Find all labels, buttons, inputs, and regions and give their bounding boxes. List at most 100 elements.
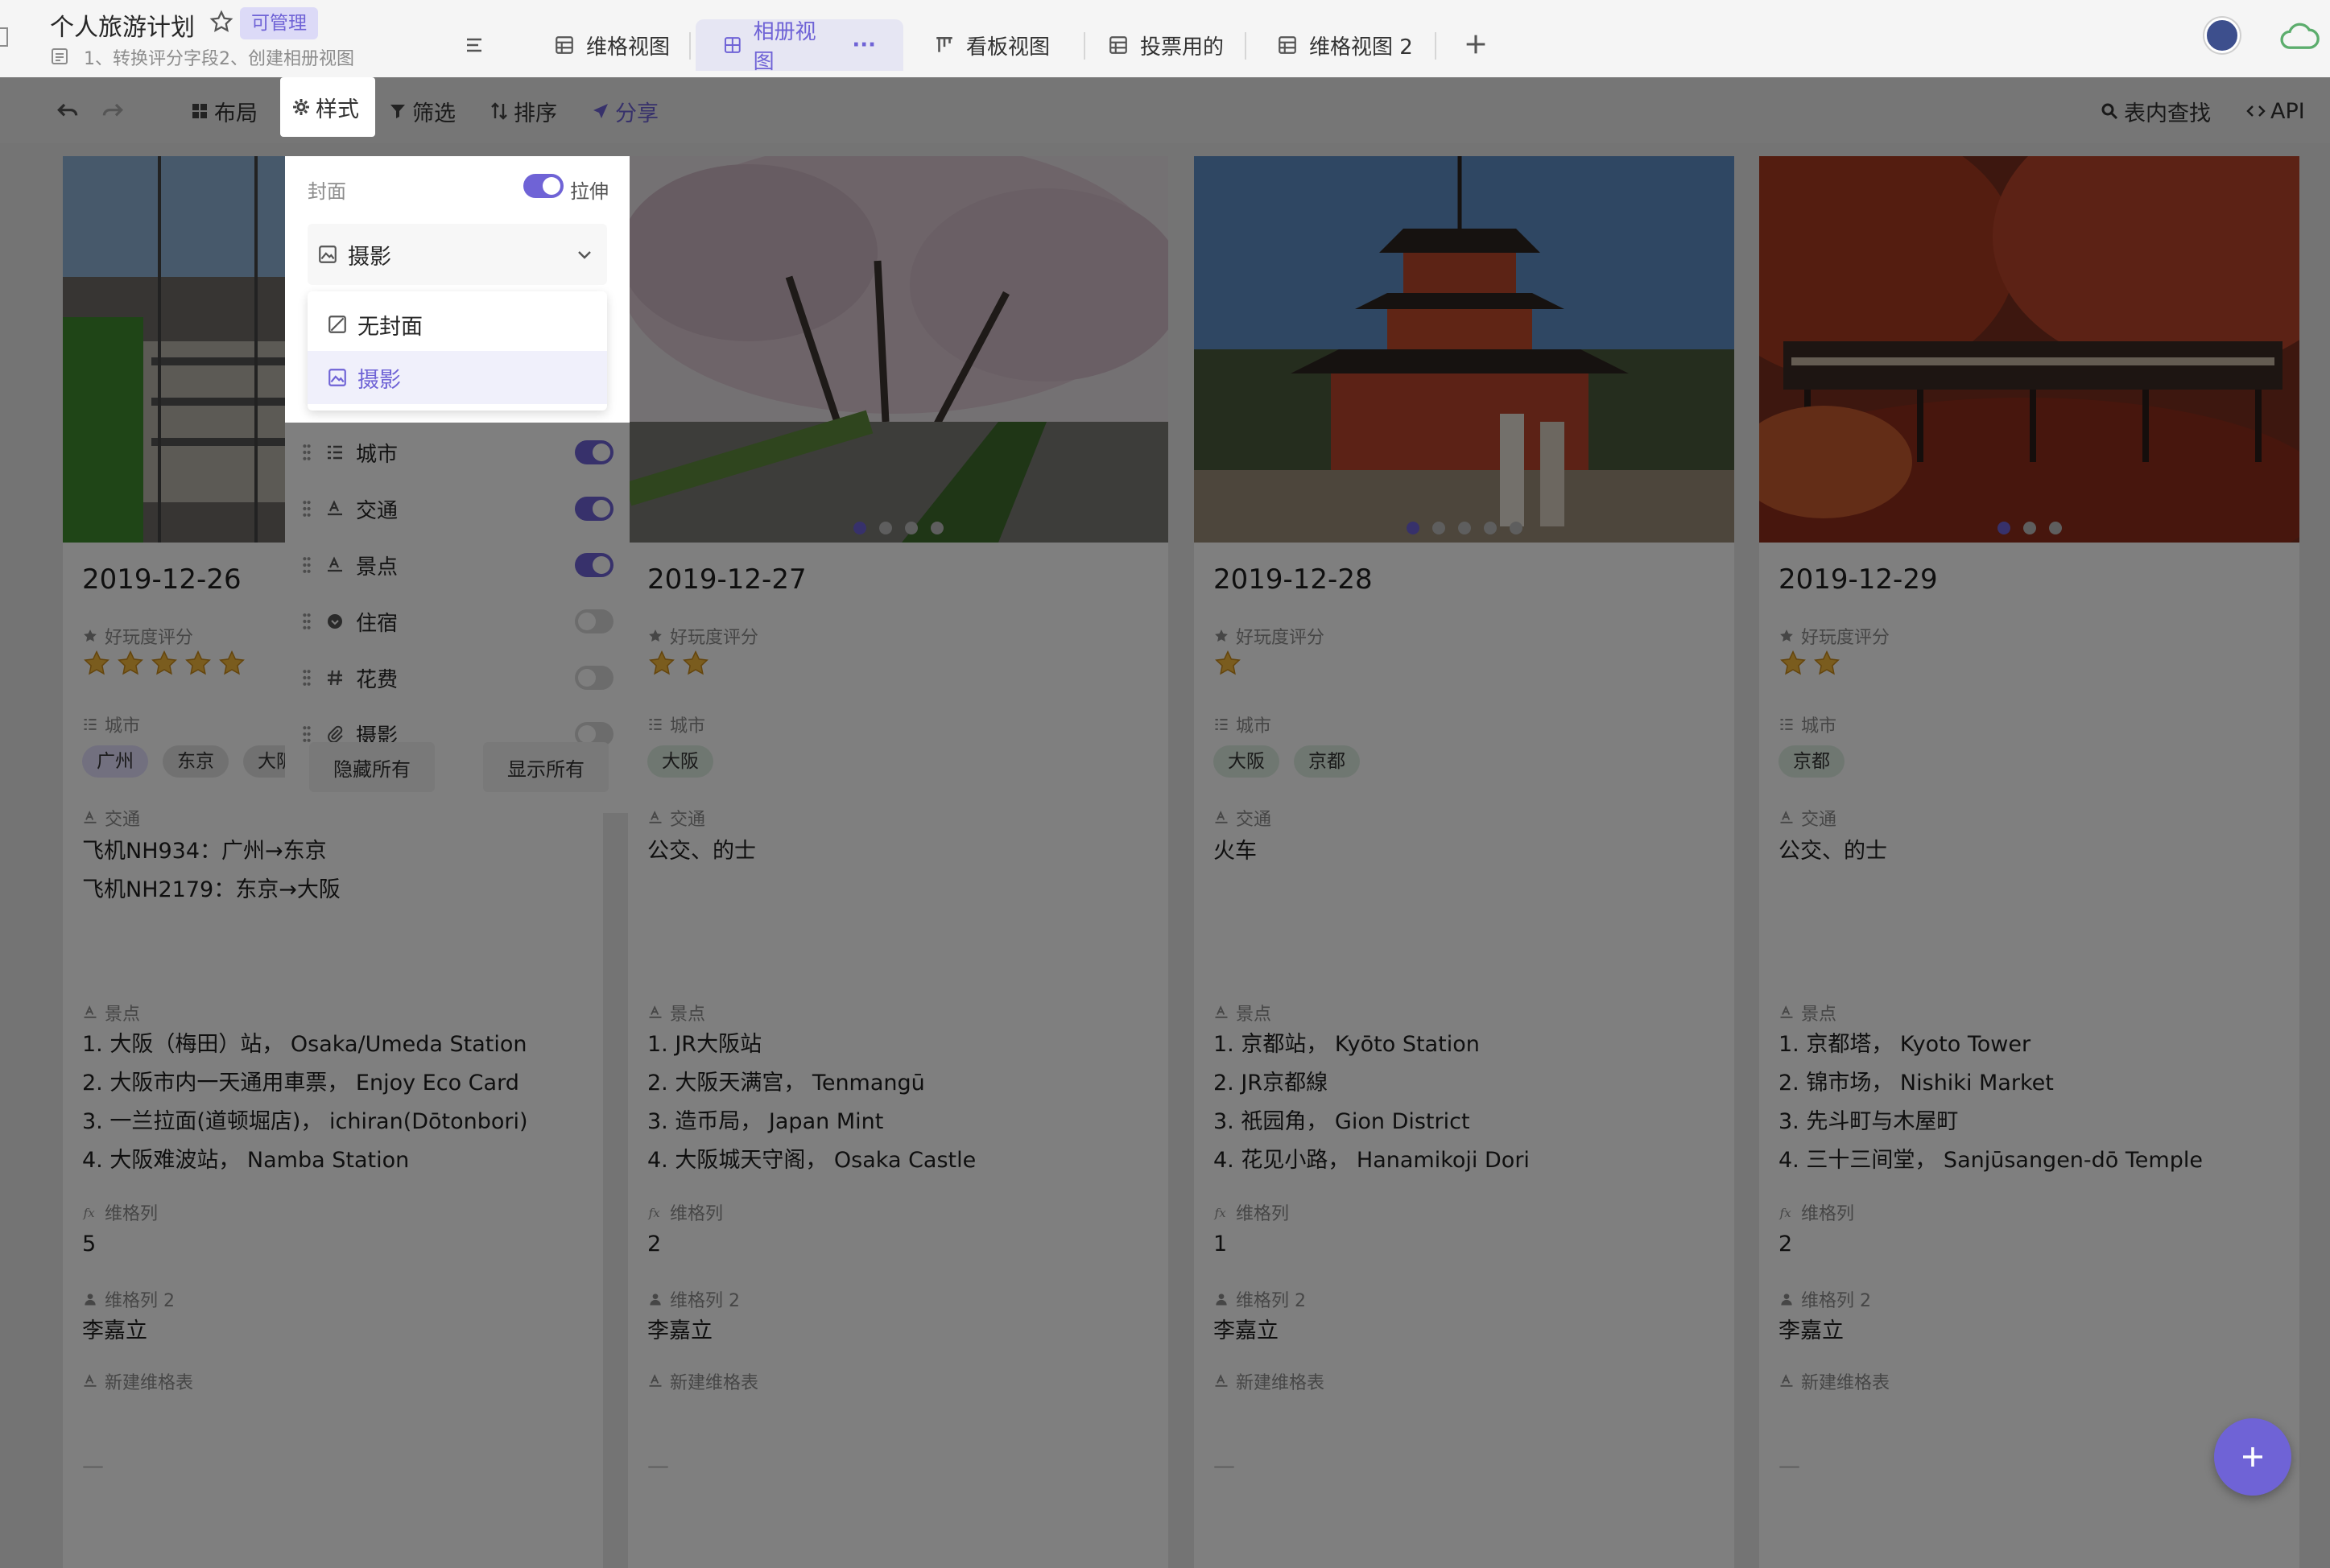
field-label-link: 新建维格表 xyxy=(82,1368,193,1394)
top-bar: 个人旅游计划 可管理 1、转换评分字段2、创建相册视图 维格视图 相册视图 ··… xyxy=(0,0,2330,77)
carousel-dot[interactable] xyxy=(2022,522,2036,534)
search-in-table-button[interactable]: 表内查找 xyxy=(2100,95,2211,127)
rating-star-icon[interactable] xyxy=(82,649,111,678)
carousel-dot[interactable] xyxy=(930,522,944,534)
text-field-icon xyxy=(84,1005,97,1018)
tab-kanban-view[interactable]: 看板视图 xyxy=(931,19,1053,71)
photo-carousel-dots[interactable] xyxy=(628,522,1168,534)
spot-line: 1. 京都塔， Kyoto Tower xyxy=(1778,1032,2031,1057)
datasheet-title[interactable]: 个人旅游计划 xyxy=(50,7,195,43)
layout-button[interactable]: 布局 xyxy=(190,95,258,127)
gallery-card[interactable]: 2019-12-28 好玩度评分 城市 大阪 京都 交通 火车 景点 1. 京都… xyxy=(1194,156,1734,1568)
carousel-dot[interactable] xyxy=(1997,522,2010,534)
svg-text:fx: fx xyxy=(1214,1206,1227,1220)
avatar[interactable] xyxy=(2204,18,2240,53)
member-value: 李嘉立 xyxy=(1778,1318,1844,1343)
star-field-icon xyxy=(1780,629,1793,642)
text-field-icon xyxy=(1780,811,1793,823)
filter-button[interactable]: 筛选 xyxy=(388,95,456,127)
rating-star-icon[interactable] xyxy=(1213,649,1242,678)
city-tag: 京都 xyxy=(1778,745,1845,778)
carousel-dot[interactable] xyxy=(1457,522,1471,534)
carousel-dot[interactable] xyxy=(1483,522,1497,534)
add-view-icon[interactable] xyxy=(1462,31,1489,58)
card-cover-image[interactable] xyxy=(628,156,1168,543)
rating-star-icon[interactable] xyxy=(150,649,179,678)
rating-star-icon[interactable] xyxy=(1778,649,1807,678)
field-label-spots: 景点 xyxy=(82,1000,140,1025)
carousel-dot[interactable] xyxy=(1509,522,1522,534)
undo-icon[interactable] xyxy=(55,98,81,124)
field-label-rating: 好玩度评分 xyxy=(1213,623,1324,649)
rating-star-icon[interactable] xyxy=(681,649,710,678)
rating-star-icon[interactable] xyxy=(1812,649,1841,678)
card-cover-image[interactable] xyxy=(1759,156,2299,543)
dropdown-option-no-cover[interactable]: 无封面 xyxy=(308,298,607,351)
carousel-dot[interactable] xyxy=(1406,522,1419,534)
field-label-member: 维格列 2 xyxy=(647,1286,740,1312)
cover-field-select[interactable]: 摄影 xyxy=(308,224,607,285)
star-favorite-icon[interactable] xyxy=(209,10,233,34)
photo-carousel-dots[interactable] xyxy=(1194,522,1734,534)
sort-button[interactable]: 排序 xyxy=(490,95,557,127)
search-icon xyxy=(2101,103,2118,120)
more-options-icon[interactable]: ··· xyxy=(852,33,876,57)
api-button[interactable]: API xyxy=(2246,95,2305,127)
field-label-city: 城市 xyxy=(647,712,705,737)
text-field-icon xyxy=(1215,1374,1228,1387)
photo-carousel-dots[interactable] xyxy=(1759,522,2299,534)
rating-star-icon[interactable] xyxy=(647,649,676,678)
tab-gallery-view[interactable]: 相册视图 ··· xyxy=(696,19,903,74)
cloud-sync-icon[interactable] xyxy=(2277,19,2320,55)
field-label-formula: fx 维格列 xyxy=(648,1204,724,1224)
text-field-icon xyxy=(1215,1005,1228,1018)
field-label-formula: fx 维格列 xyxy=(1779,1204,1855,1224)
gallery-view-icon xyxy=(724,37,741,53)
tab-vote-view[interactable]: 投票用的 xyxy=(1105,19,1227,71)
rating-star-icon[interactable] xyxy=(184,649,213,678)
tab-grid-view-2[interactable]: 维格视图 2 xyxy=(1274,19,1416,71)
link-value-empty: — xyxy=(647,1454,669,1479)
transport-line: 公交、的士 xyxy=(1778,839,1887,864)
transport-line: 公交、的士 xyxy=(647,839,756,864)
share-send-icon xyxy=(593,104,608,118)
redo-icon[interactable] xyxy=(100,98,126,124)
gallery-card[interactable]: 2019-12-27 好玩度评分 城市 大阪 交通 公交、的士 景点 1. JR… xyxy=(628,156,1168,1568)
field-label-city: 城市 xyxy=(82,712,140,737)
style-button[interactable]: 样式 xyxy=(280,77,375,137)
formula-value: 5 xyxy=(82,1232,97,1256)
svg-text:fx: fx xyxy=(648,1206,661,1220)
rating-star-icon[interactable] xyxy=(116,649,145,678)
cherry-blossom-photo xyxy=(628,156,1168,543)
link-value-empty: — xyxy=(82,1454,104,1479)
rating-star-icon[interactable] xyxy=(217,649,246,678)
collapse-sidebar-icon[interactable] xyxy=(0,27,8,47)
star-field-icon xyxy=(649,629,662,642)
field-label-rating: 好玩度评分 xyxy=(647,623,758,649)
no-image-icon xyxy=(328,316,346,333)
carousel-dot[interactable] xyxy=(878,522,892,534)
carousel-dot[interactable] xyxy=(1431,522,1445,534)
card-title-date: 2019-12-26 xyxy=(82,563,242,596)
text-field-icon xyxy=(1780,1005,1793,1018)
field-label-link: 新建维格表 xyxy=(1778,1368,1890,1394)
transport-line: 火车 xyxy=(1213,839,1257,864)
dropdown-option-photo[interactable]: 摄影 xyxy=(308,351,607,404)
card-cover-image[interactable] xyxy=(1194,156,1734,543)
carousel-dot[interactable] xyxy=(2048,522,2062,534)
spot-line: 1. 大阪（梅田）站， Osaka/Umeda Station xyxy=(82,1032,527,1057)
datasheet-description[interactable]: 1、转换评分字段2、创建相册视图 xyxy=(84,44,354,70)
link-value-empty: — xyxy=(1213,1454,1235,1479)
tab-grid-view[interactable]: 维格视图 xyxy=(541,19,683,71)
menu-list-icon[interactable] xyxy=(464,35,485,55)
carousel-dot[interactable] xyxy=(853,522,866,534)
add-record-button[interactable] xyxy=(2214,1418,2291,1496)
spot-line: 1. JR大阪站 xyxy=(647,1032,762,1057)
member-value: 李嘉立 xyxy=(1213,1318,1279,1343)
description-icon xyxy=(52,48,68,64)
carousel-dot[interactable] xyxy=(904,522,918,534)
gallery-card[interactable]: 2019-12-29 好玩度评分 城市 京都 交通 公交、的士 景点 1. 京都… xyxy=(1759,156,2299,1568)
share-button[interactable]: 分享 xyxy=(591,95,659,127)
formula-icon: fx xyxy=(1214,1206,1227,1220)
stretch-toggle[interactable] xyxy=(523,174,564,198)
